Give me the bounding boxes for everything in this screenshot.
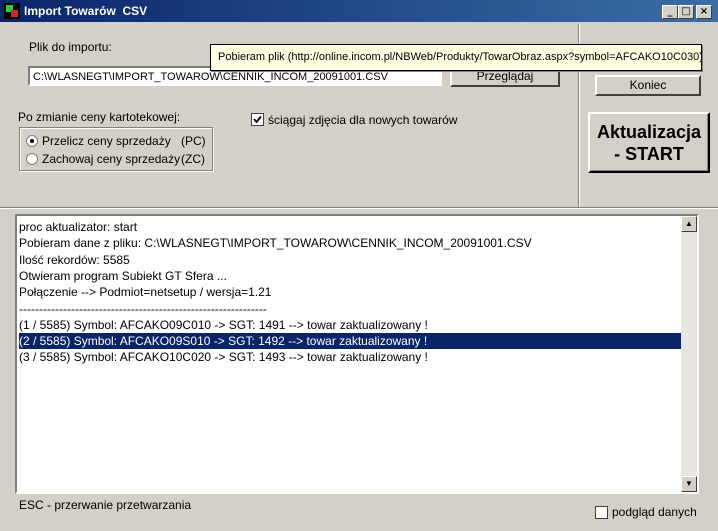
log-line[interactable]: ----------------------------------------… [19,301,267,317]
app-icon [4,3,20,19]
panel-separator [0,207,718,209]
minimize-button[interactable]: _ [662,5,678,19]
log-line[interactable]: Ilość rekordów: 5585 [19,252,130,268]
scroll-up-button[interactable]: ▲ [681,216,697,232]
window-title: Import Towarów CSV [24,4,148,18]
start-update-line1: Aktualizacja [596,122,702,142]
radio-keep-code: (ZC) [181,152,205,166]
start-update-button[interactable]: Aktualizacja - START [588,112,710,173]
radio-recalculate-label[interactable]: Przelicz ceny sprzedaży [42,134,171,148]
log-line[interactable]: (1 / 5585) Symbol: AFCAKO09C010 -> SGT: … [19,317,428,333]
file-label: Plik do importu: [29,40,112,54]
checkmark-icon [253,115,262,124]
radio-keep-label[interactable]: Zachowaj ceny sprzedaży [42,152,180,166]
radio-keep[interactable] [26,153,38,165]
close-button[interactable]: × [696,5,712,19]
log-line[interactable]: Otwieram program Subiekt GT Sfera ... [19,268,227,284]
log-line[interactable]: Pobieram dane z pliku: C:\WLASNEGT\IMPOR… [19,235,532,251]
radio-recalculate[interactable] [26,135,38,147]
scroll-down-button[interactable]: ▼ [681,476,697,492]
log-line[interactable]: (2 / 5585) Symbol: AFCAKO09S010 -> SGT: … [19,333,682,350]
maximize-button[interactable]: □ [678,5,694,19]
log-line[interactable]: Połączenie --> Podmiot=netsetup / wersja… [19,284,271,300]
download-images-label[interactable]: ściągaj zdjęcia dla nowych towarów [268,113,457,127]
radio-recalculate-code: (PC) [181,134,206,148]
end-button[interactable]: Koniec [595,75,701,96]
preview-data-label[interactable]: podgląd danych [612,505,697,519]
esc-hint: ESC - przerwanie przetwarzania [19,498,192,512]
start-update-line2: - START [614,144,684,164]
preview-data-checkbox[interactable] [595,506,608,519]
log-line[interactable]: proc aktualizator: start [19,219,137,235]
price-group-label: Po zmianie ceny kartotekowej: [18,110,181,124]
log-line[interactable]: (3 / 5585) Symbol: AFCAKO10C020 -> SGT: … [19,349,428,365]
log-scrollbar[interactable] [681,216,697,492]
download-images-checkbox[interactable] [251,113,264,126]
log-list[interactable]: proc aktualizator: start Pobieram dane z … [15,214,699,494]
download-tooltip: Pobieram plik (http://online.incom.pl/NB… [210,44,702,71]
